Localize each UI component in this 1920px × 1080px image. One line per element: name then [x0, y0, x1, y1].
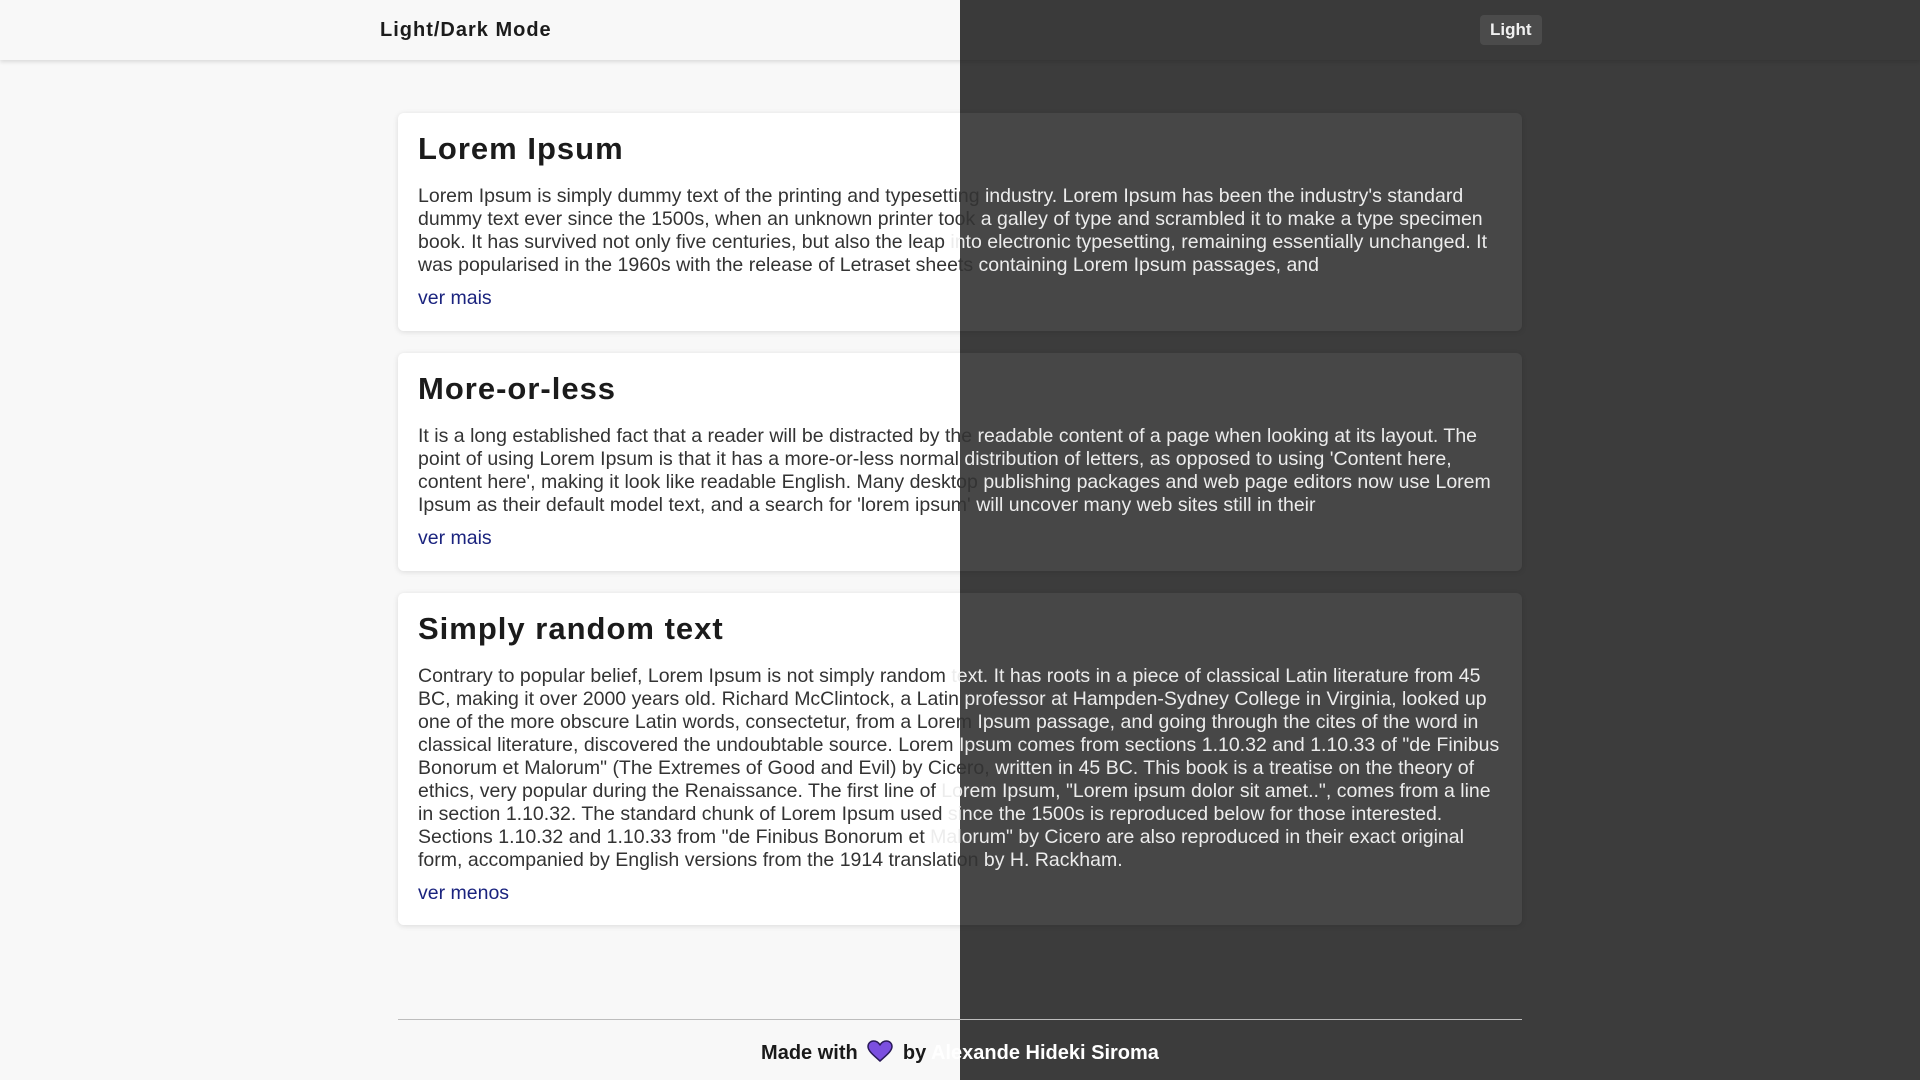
article-card: Lorem Ipsum Lorem Ipsum is simply dummy … — [398, 113, 1522, 331]
top-bar-dark-half — [960, 0, 1920, 60]
footer-divider — [398, 1019, 1522, 1020]
read-more-link[interactable]: ver mais — [418, 527, 492, 550]
card-text: Lorem Ipsum is simply dummy text of the … — [418, 185, 1488, 276]
theme-toggle-button[interactable]: Light — [1480, 15, 1542, 45]
card-text: It is a long established fact that a rea… — [418, 425, 1491, 516]
card-title: More-or-less — [418, 371, 617, 406]
read-more-link[interactable]: ver mais — [418, 287, 492, 310]
top-bar — [0, 0, 1920, 60]
heart-icon — [867, 1040, 894, 1068]
card-text: Contrary to popular belief, Lorem Ipsum … — [418, 665, 1500, 871]
article-card: More-or-less It is a long established fa… — [398, 353, 1522, 571]
footer-prefix: Made with — [761, 1042, 858, 1064]
footer-author: by Alexande Hideki Siroma — [902, 1042, 1159, 1064]
app-title: Light/Dark Mode — [380, 19, 552, 41]
article-card: Simply random text Contrary to popular b… — [398, 593, 1522, 925]
card-title: Simply random text — [418, 611, 724, 646]
read-less-link[interactable]: ver menos — [418, 882, 509, 905]
card-title: Lorem Ipsum — [418, 131, 624, 166]
footer: Made with by Alexande Hideki Siroma — [0, 1040, 1920, 1068]
